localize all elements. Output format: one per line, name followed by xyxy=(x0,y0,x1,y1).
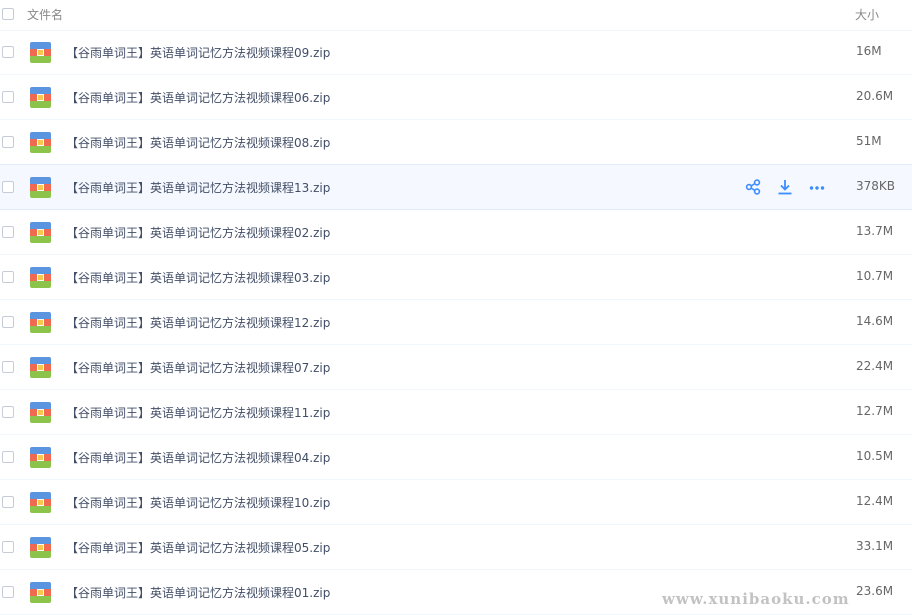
zip-file-icon xyxy=(30,177,51,198)
file-row[interactable]: 【谷雨单词王】英语单词记忆方法视频课程10.zip 12.4M xyxy=(0,480,912,525)
file-size: 23.6M xyxy=(856,584,894,598)
file-row[interactable]: 【谷雨单词王】英语单词记忆方法视频课程03.zip 10.7M xyxy=(0,255,912,300)
row-checkbox[interactable] xyxy=(2,271,14,283)
watermark: www.xunibaoku.com xyxy=(662,590,850,608)
file-row[interactable]: 【谷雨单词王】英语单词记忆方法视频课程02.zip 13.7M xyxy=(0,210,912,255)
file-row[interactable]: 【谷雨单词王】英语单词记忆方法视频课程06.zip 20.6M xyxy=(0,75,912,120)
file-size: 10.7M xyxy=(856,269,894,283)
zip-file-icon xyxy=(30,537,51,558)
more-icon[interactable] xyxy=(808,178,826,196)
row-checkbox[interactable] xyxy=(2,316,14,328)
row-checkbox[interactable] xyxy=(2,136,14,148)
zip-file-icon xyxy=(30,492,51,513)
zip-file-icon xyxy=(30,87,51,108)
file-size: 12.4M xyxy=(856,494,894,508)
select-all-checkbox[interactable] xyxy=(2,8,14,20)
file-row[interactable]: 【谷雨单词王】英语单词记忆方法视频课程12.zip 14.6M xyxy=(0,300,912,345)
row-checkbox[interactable] xyxy=(2,541,14,553)
file-size: 33.1M xyxy=(856,539,894,553)
zip-file-icon xyxy=(30,132,51,153)
column-header-size[interactable]: 大小 xyxy=(855,6,879,23)
file-size: 378KB xyxy=(856,179,896,193)
file-size: 16M xyxy=(856,44,882,58)
row-checkbox[interactable] xyxy=(2,226,14,238)
file-size: 10.5M xyxy=(856,449,894,463)
file-name[interactable]: 【谷雨单词王】英语单词记忆方法视频课程10.zip xyxy=(66,494,330,511)
file-row[interactable]: 【谷雨单词王】英语单词记忆方法视频课程08.zip 51M xyxy=(0,120,912,165)
file-list-header: 文件名 大小 xyxy=(0,0,912,31)
zip-file-icon xyxy=(30,402,51,423)
file-size: 12.7M xyxy=(856,404,894,418)
file-size: 14.6M xyxy=(856,314,894,328)
zip-file-icon xyxy=(30,267,51,288)
file-row[interactable]: 【谷雨单词王】英语单词记忆方法视频课程13.zip 378KB xyxy=(0,164,912,210)
file-size: 51M xyxy=(856,134,882,148)
row-checkbox[interactable] xyxy=(2,496,14,508)
file-row[interactable]: 【谷雨单词王】英语单词记忆方法视频课程09.zip 16M xyxy=(0,30,912,75)
row-checkbox[interactable] xyxy=(2,586,14,598)
row-checkbox[interactable] xyxy=(2,406,14,418)
row-checkbox[interactable] xyxy=(2,46,14,58)
row-checkbox[interactable] xyxy=(2,91,14,103)
file-name[interactable]: 【谷雨单词王】英语单词记忆方法视频课程07.zip xyxy=(66,359,330,376)
file-size: 20.6M xyxy=(856,89,894,103)
file-name[interactable]: 【谷雨单词王】英语单词记忆方法视频课程13.zip xyxy=(66,179,330,196)
file-list: 【谷雨单词王】英语单词记忆方法视频课程09.zip 16M 【谷雨单词王】英语单词记… xyxy=(0,30,912,615)
file-row[interactable]: 【谷雨单词王】英语单词记忆方法视频课程11.zip 12.7M xyxy=(0,390,912,435)
zip-file-icon xyxy=(30,447,51,468)
file-name[interactable]: 【谷雨单词王】英语单词记忆方法视频课程03.zip xyxy=(66,269,330,286)
row-checkbox[interactable] xyxy=(2,451,14,463)
file-name[interactable]: 【谷雨单词王】英语单词记忆方法视频课程09.zip xyxy=(66,44,330,61)
file-row[interactable]: 【谷雨单词王】英语单词记忆方法视频课程04.zip 10.5M xyxy=(0,435,912,480)
zip-file-icon xyxy=(30,312,51,333)
file-name[interactable]: 【谷雨单词王】英语单词记忆方法视频课程01.zip xyxy=(66,584,330,601)
file-row[interactable]: 【谷雨单词王】英语单词记忆方法视频课程05.zip 33.1M xyxy=(0,525,912,570)
file-name[interactable]: 【谷雨单词王】英语单词记忆方法视频课程11.zip xyxy=(66,404,330,421)
file-name[interactable]: 【谷雨单词王】英语单词记忆方法视频课程05.zip xyxy=(66,539,330,556)
file-size: 22.4M xyxy=(856,359,894,373)
zip-file-icon xyxy=(30,357,51,378)
file-size: 13.7M xyxy=(856,224,894,238)
file-name[interactable]: 【谷雨单词王】英语单词记忆方法视频课程12.zip xyxy=(66,314,330,331)
share-icon[interactable] xyxy=(744,178,762,196)
download-icon[interactable] xyxy=(776,178,794,196)
row-checkbox[interactable] xyxy=(2,181,14,193)
file-row[interactable]: 【谷雨单词王】英语单词记忆方法视频课程07.zip 22.4M xyxy=(0,345,912,390)
file-name[interactable]: 【谷雨单词王】英语单词记忆方法视频课程08.zip xyxy=(66,134,330,151)
file-name[interactable]: 【谷雨单词王】英语单词记忆方法视频课程04.zip xyxy=(66,449,330,466)
file-name[interactable]: 【谷雨单词王】英语单词记忆方法视频课程02.zip xyxy=(66,224,330,241)
zip-file-icon xyxy=(30,582,51,603)
row-checkbox[interactable] xyxy=(2,361,14,373)
zip-file-icon xyxy=(30,222,51,243)
column-header-name[interactable]: 文件名 xyxy=(27,6,63,23)
file-name[interactable]: 【谷雨单词王】英语单词记忆方法视频课程06.zip xyxy=(66,89,330,106)
zip-file-icon xyxy=(30,42,51,63)
